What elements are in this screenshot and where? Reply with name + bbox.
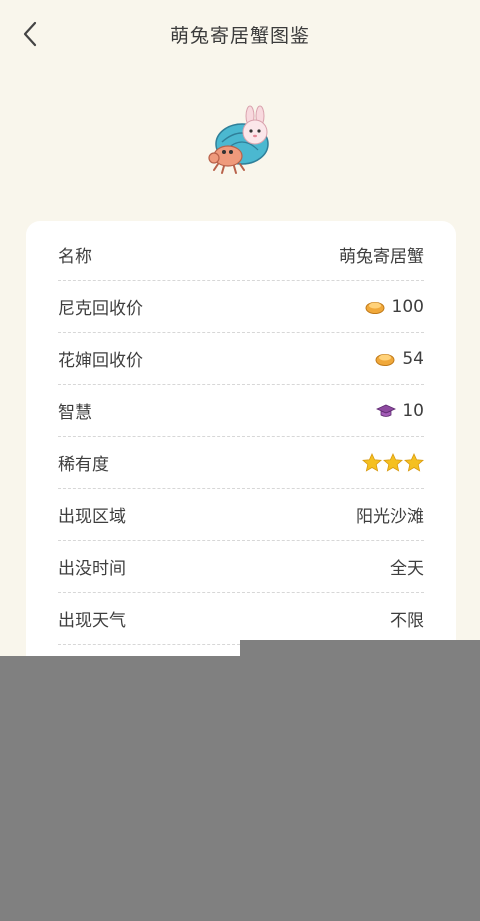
detail-row-nick-price: 尼克回收价 100 xyxy=(58,281,424,333)
coin-icon xyxy=(364,299,386,315)
row-value: 全天 xyxy=(390,554,424,579)
row-value: 54 xyxy=(374,349,424,369)
detail-row-rarity: 稀有度 xyxy=(58,437,424,489)
row-label: 花婶回收价 xyxy=(58,351,143,371)
star-icon xyxy=(362,453,382,472)
header: 萌兔寄居蟹图鉴 xyxy=(0,0,480,68)
page-title: 萌兔寄居蟹图鉴 xyxy=(169,25,310,47)
row-value: 阳光沙滩 xyxy=(356,502,424,527)
star-icon xyxy=(404,453,424,472)
row-value-text: 全天 xyxy=(390,559,424,579)
detail-row-name: 名称 萌兔寄居蟹 xyxy=(58,229,424,281)
row-label: 智慧 xyxy=(58,403,92,423)
detail-row-time: 出没时间 全天 xyxy=(58,541,424,593)
coin-icon xyxy=(374,351,396,367)
row-value: 10 xyxy=(376,401,424,421)
row-value: 不限 xyxy=(390,606,424,631)
row-value-text: 萌兔寄居蟹 xyxy=(339,247,424,267)
detail-row-aunt-price: 花婶回收价 54 xyxy=(58,333,424,385)
detail-row-weather: 出现天气 不限 xyxy=(58,593,424,645)
detail-row-area: 出现区域 阳光沙滩 xyxy=(58,489,424,541)
row-label: 出没时间 xyxy=(58,559,126,579)
row-value-text: 阳光沙滩 xyxy=(356,507,424,527)
rarity-stars xyxy=(362,453,424,472)
row-label: 稀有度 xyxy=(58,455,109,475)
row-value: 萌兔寄居蟹 xyxy=(339,242,424,267)
row-value: 100 xyxy=(364,297,424,317)
row-value-text: 54 xyxy=(402,348,424,369)
hermit-crab-illustration xyxy=(204,104,280,180)
row-label: 出现区域 xyxy=(58,507,126,527)
row-label: 出现天气 xyxy=(58,611,126,631)
row-value-text: 不限 xyxy=(390,611,424,631)
detail-card: 名称 萌兔寄居蟹 尼克回收价 100 花婶回收价 54 智慧 10 稀有度 出现… xyxy=(26,221,456,691)
detail-row-wisdom: 智慧 10 xyxy=(58,385,424,437)
graduation-cap-icon xyxy=(376,403,397,419)
row-value-text: 10 xyxy=(402,400,424,421)
overlay-block-left xyxy=(0,656,240,921)
row-label: 尼克回收价 xyxy=(58,299,143,319)
star-icon xyxy=(383,453,403,472)
row-label: 名称 xyxy=(58,247,92,267)
row-value-text: 100 xyxy=(391,296,424,317)
overlay-block-right xyxy=(240,640,480,921)
